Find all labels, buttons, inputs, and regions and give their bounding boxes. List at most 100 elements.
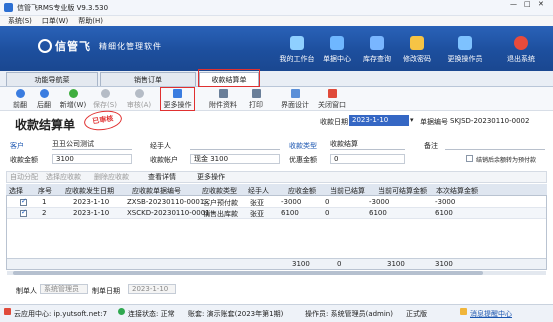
account-label: 收款帐户 [150, 156, 178, 164]
grid-totals-row: 3100 0 3100 3100 [7, 258, 546, 269]
total-available: 3100 [387, 260, 405, 268]
type-field[interactable]: 收款结算 [330, 140, 405, 150]
lock-icon [410, 36, 424, 50]
chevron-down-icon[interactable]: ▾ [410, 116, 414, 124]
highlight-box [160, 87, 195, 111]
row-handler: 张亚 [250, 199, 264, 207]
table-row[interactable]: 2 2023-1-10 XSCKD-20230110-0001 销售出库款 张亚… [7, 208, 546, 219]
grid-more-button[interactable]: 更多操作 [197, 172, 225, 182]
carry-checkbox[interactable] [466, 155, 473, 162]
window-titlebar: 信管飞RMS专业版 V9.3.530 [0, 0, 553, 16]
print-button[interactable]: 打印 [244, 88, 268, 110]
maker-label: 制单人 [16, 287, 37, 295]
amount-label: 收款金额 [10, 156, 38, 164]
total-settled: 0 [337, 260, 342, 268]
bell-icon [460, 308, 467, 315]
close-button[interactable]: ✕ [538, 0, 544, 8]
row-amount: 6100 [281, 209, 299, 217]
menu-window[interactable]: 口单(W) [42, 16, 68, 26]
document-icon [330, 36, 344, 50]
next-button[interactable]: 后翻 [32, 88, 56, 110]
tab-function-nav[interactable]: 功能导航菜 [6, 72, 98, 86]
row-checkbox[interactable] [20, 197, 27, 206]
discount-label: 优惠金额 [289, 156, 317, 164]
close-window-button[interactable]: 关闭窗口 [316, 88, 348, 110]
row-checkbox[interactable] [20, 208, 27, 217]
highlight-box [198, 69, 260, 87]
maker-field: 系统管理员 [40, 284, 88, 294]
col-current: 本次结算金额 [436, 187, 478, 195]
new-button[interactable]: 新增(W) [58, 88, 88, 110]
col-billno: 应收款单据编号 [132, 187, 181, 195]
brand-name: 信管飞 [55, 40, 91, 53]
row-available: 6100 [369, 209, 387, 217]
change-password-button[interactable]: 修改密码 [396, 36, 438, 69]
approve-button[interactable]: 审核(A) [124, 88, 154, 110]
document-center-button[interactable]: 单据中心 [316, 36, 358, 69]
discount-field[interactable]: 0 [330, 154, 405, 164]
handler-field[interactable] [190, 140, 280, 150]
workbench-button[interactable]: 我的工作台 [276, 36, 318, 69]
note-field[interactable] [445, 140, 545, 150]
status-connection: 连接状态: 正常 [128, 310, 175, 318]
power-icon [514, 36, 528, 50]
makedate-field: 2023-1-10 [128, 284, 176, 294]
row-billno: XSCKD-20230110-0001 [127, 209, 210, 217]
ui-design-button[interactable]: 界面设计 [278, 88, 312, 110]
attachment-button[interactable]: 附件资料 [206, 88, 240, 110]
carry-label: 结销后余额转为预付款 [476, 157, 537, 164]
row-handler: 张亚 [250, 210, 264, 218]
save-icon [100, 89, 110, 98]
warehouse-icon [370, 36, 384, 50]
date-field[interactable]: 2023-1-10 [349, 115, 409, 126]
row-date: 2023-1-10 [73, 198, 110, 206]
row-type: 销售出库款 [203, 210, 238, 218]
switch-operator-button[interactable]: 更换操作员 [444, 36, 486, 69]
exit-system-button[interactable]: 退出系统 [500, 36, 542, 69]
users-icon [458, 36, 472, 50]
row-current[interactable]: 6100 [435, 209, 453, 217]
view-detail-button[interactable]: 查看详情 [148, 172, 176, 182]
row-no: 2 [42, 209, 47, 217]
total-current: 3100 [435, 260, 453, 268]
type-label: 收款类型 [289, 142, 317, 150]
col-no: 序号 [38, 187, 52, 195]
account-field[interactable]: 现金 3100 [190, 154, 280, 164]
monitor-icon [290, 36, 304, 50]
maximize-button[interactable]: □ [524, 0, 531, 8]
select-receivable-button[interactable]: 选择应收款 [46, 172, 81, 182]
menu-help[interactable]: 帮助(H) [78, 16, 103, 26]
col-select: 选择 [9, 187, 23, 195]
minimize-button[interactable]: — [510, 0, 517, 8]
customer-field[interactable]: 丑丑公司测试 [52, 140, 132, 150]
col-date: 应收款发生日期 [65, 187, 114, 195]
col-available: 当前可结算金额 [378, 187, 427, 195]
save-button[interactable]: 保存(S) [90, 88, 120, 110]
tab-sales-order[interactable]: 销售订单 [100, 72, 196, 86]
arrow-right-icon [39, 89, 49, 98]
prev-button[interactable]: 前翻 [8, 88, 32, 110]
print-icon [251, 89, 261, 98]
form-title: 收款结算单 [15, 118, 76, 132]
amount-field[interactable]: 3100 [52, 154, 132, 164]
menu-system[interactable]: 系统(S) [8, 16, 32, 26]
approve-icon [134, 89, 144, 98]
row-available: -3000 [369, 198, 390, 206]
row-current[interactable]: -3000 [435, 198, 455, 206]
add-icon [68, 89, 78, 98]
attachment-icon [218, 89, 228, 98]
handler-label: 经手人 [150, 142, 171, 150]
auto-allocate-button[interactable]: 自动分配 [10, 172, 38, 182]
arrow-left-icon [15, 89, 25, 98]
status-version: 正式版 [406, 310, 427, 318]
inventory-query-button[interactable]: 库存查询 [356, 36, 398, 69]
total-amount: 3100 [292, 260, 310, 268]
billno-value: SKJSD-20230110-0002 [450, 117, 530, 125]
notify-center-link[interactable]: 消息提醒中心 [470, 309, 512, 319]
horizontal-scrollbar[interactable] [7, 270, 546, 276]
table-row[interactable]: 1 2023-1-10 ZXSB-20230110-0001 客户预付款 张亚 … [7, 197, 546, 208]
col-amount: 应收金额 [288, 187, 316, 195]
customer-label: 客户 [10, 142, 24, 150]
delete-receivable-button[interactable]: 删除应收款 [94, 172, 129, 182]
row-no: 1 [42, 198, 47, 206]
